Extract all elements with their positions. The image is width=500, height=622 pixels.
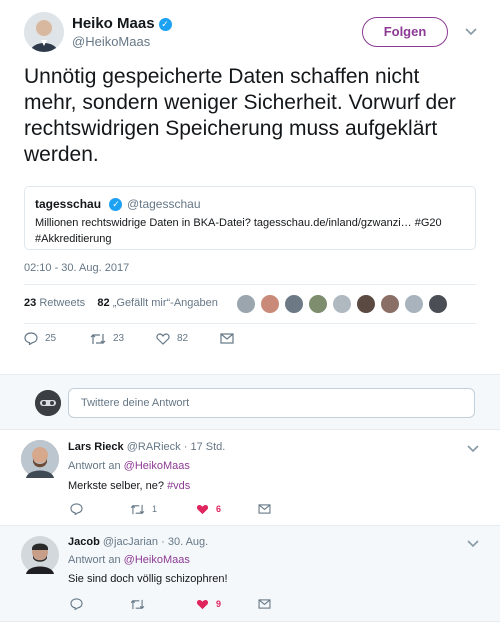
reply-button[interactable] xyxy=(70,503,130,515)
quoted-author-name: tagesschau xyxy=(35,197,102,211)
like-button[interactable]: 6 xyxy=(196,504,258,515)
liker-avatars xyxy=(236,294,452,314)
author-name-text[interactable]: Heiko Maas xyxy=(72,15,155,32)
reply-author-name[interactable]: Lars Rieck xyxy=(68,441,124,453)
reply-text: Sie sind doch völlig schizophren! xyxy=(68,573,228,585)
envelope-icon xyxy=(258,599,271,609)
reply-author-avatar[interactable] xyxy=(21,536,59,574)
quoted-text-line-2: #Akkreditierung xyxy=(35,233,112,245)
retweet-button[interactable]: 23 xyxy=(90,333,156,345)
reply-icon xyxy=(70,503,83,515)
envelope-icon xyxy=(258,504,271,514)
quoted-text-line-1: Millionen rechtswidrige Daten in BKA-Dat… xyxy=(35,217,442,229)
reply-item[interactable]: Lars Rieck @RARieck · 17 Std. Antwort an… xyxy=(0,430,500,526)
like-count: 82 xyxy=(177,333,189,344)
retweet-icon xyxy=(130,504,145,514)
retweet-count: 1 xyxy=(152,504,158,514)
reply-to-line: Antwort an @HeikoMaas xyxy=(68,554,190,566)
reply-to-prefix: Antwort an xyxy=(68,460,121,472)
tweet-text: Unnötig gespeicherte Daten schaffen nich… xyxy=(24,65,456,166)
likes-count: 82 xyxy=(97,297,110,309)
main-tweet: Heiko Maas ✓ @HeikoMaas Folgen xyxy=(0,0,500,64)
reply-to-line: Antwort an @HeikoMaas xyxy=(68,460,190,472)
heart-filled-icon xyxy=(196,599,209,609)
chevron-down-icon[interactable] xyxy=(467,444,479,456)
reply-time[interactable]: · 17 Std. xyxy=(184,441,226,453)
author-handle[interactable]: @HeikoMaas xyxy=(72,34,150,49)
reply-author-name[interactable]: Jacob xyxy=(68,536,100,548)
reply-to-mention[interactable]: @HeikoMaas xyxy=(124,554,190,566)
follow-button[interactable]: Folgen xyxy=(362,17,448,47)
retweets-stat[interactable]: 23 Retweets xyxy=(24,297,85,309)
quoted-author-handle: @tagesschau xyxy=(126,197,201,211)
verified-icon: ✓ xyxy=(109,198,123,211)
reply-actions: 1 6 xyxy=(70,503,271,515)
author-name[interactable]: Heiko Maas ✓ xyxy=(72,15,172,32)
reply-input[interactable]: Twittere deine Antwort xyxy=(68,388,475,418)
divider xyxy=(24,323,476,324)
envelope-icon xyxy=(220,333,234,344)
reply-text: Merkste selber, ne? #vds xyxy=(68,480,190,492)
liker-avatar[interactable] xyxy=(332,294,352,314)
reply-icon xyxy=(24,332,38,345)
direct-message-button[interactable] xyxy=(258,504,271,514)
likes-stat[interactable]: 82 „Gefällt mir“-Angaben xyxy=(97,297,217,309)
reply-to-prefix: Antwort an xyxy=(68,554,121,566)
reply-button[interactable]: 25 xyxy=(24,332,90,345)
chevron-down-icon[interactable] xyxy=(467,539,479,551)
retweets-count: 23 xyxy=(24,297,37,309)
liker-avatar[interactable] xyxy=(356,294,376,314)
current-user-avatar xyxy=(35,390,61,416)
reply-author[interactable]: Lars Rieck @RARieck · 17 Std. xyxy=(68,441,225,453)
reply-actions: 9 xyxy=(70,598,271,610)
retweet-button[interactable] xyxy=(130,599,196,610)
reply-author[interactable]: Jacob @jacJarian · 30. Aug. xyxy=(68,536,208,548)
divider xyxy=(24,284,476,285)
quoted-tweet[interactable]: tagesschau ✓ @tagesschau Millionen recht… xyxy=(24,186,476,250)
tweet-timestamp[interactable]: 02:10 - 30. Aug. 2017 xyxy=(24,262,129,274)
retweet-icon xyxy=(90,333,106,344)
tweet-stats: 23 Retweets 82 „Gefällt mir“-Angaben xyxy=(24,297,218,309)
author-avatar[interactable] xyxy=(24,12,64,52)
reply-to-mention[interactable]: @HeikoMaas xyxy=(124,460,190,472)
heart-filled-icon xyxy=(196,504,209,514)
likes-label: „Gefällt mir“-Angaben xyxy=(112,297,218,309)
retweet-count: 23 xyxy=(113,333,125,344)
retweet-button[interactable]: 1 xyxy=(130,504,196,515)
retweet-icon xyxy=(130,599,145,609)
reply-author-avatar[interactable] xyxy=(21,440,59,478)
reply-compose-bar: Twittere deine Antwort xyxy=(0,374,500,430)
liker-avatar[interactable] xyxy=(380,294,400,314)
reply-item[interactable]: Jacob @jacJarian · 30. Aug. Antwort an @… xyxy=(0,526,500,622)
tweet-actions: 25 23 82 xyxy=(24,332,241,345)
reply-count: 25 xyxy=(45,333,57,344)
reply-time[interactable]: · 30. Aug. xyxy=(161,536,208,548)
like-button[interactable]: 82 xyxy=(156,332,220,345)
reply-author-handle[interactable]: @RARieck xyxy=(127,441,181,453)
tweet-header: Heiko Maas ✓ @HeikoMaas Folgen xyxy=(24,0,477,64)
reply-author-handle[interactable]: @jacJarian xyxy=(103,536,158,548)
chevron-down-icon[interactable] xyxy=(465,27,477,39)
retweets-label: Retweets xyxy=(39,297,86,309)
heart-icon xyxy=(156,332,170,345)
liker-avatar[interactable] xyxy=(236,294,256,314)
direct-message-button[interactable] xyxy=(258,599,271,609)
liker-avatar[interactable] xyxy=(260,294,280,314)
reply-icon xyxy=(70,598,83,610)
direct-message-button[interactable] xyxy=(220,333,241,344)
like-count: 6 xyxy=(216,504,222,514)
like-count: 9 xyxy=(216,599,222,609)
reply-hashtag[interactable]: #vds xyxy=(167,480,190,492)
like-button[interactable]: 9 xyxy=(196,599,258,610)
liker-avatar[interactable] xyxy=(284,294,304,314)
reply-button[interactable] xyxy=(70,598,130,610)
verified-icon: ✓ xyxy=(158,18,172,31)
liker-avatar[interactable] xyxy=(308,294,328,314)
reply-text-body: Merkste selber, ne? xyxy=(68,480,164,492)
liker-avatar[interactable] xyxy=(404,294,424,314)
liker-avatar[interactable] xyxy=(428,294,448,314)
